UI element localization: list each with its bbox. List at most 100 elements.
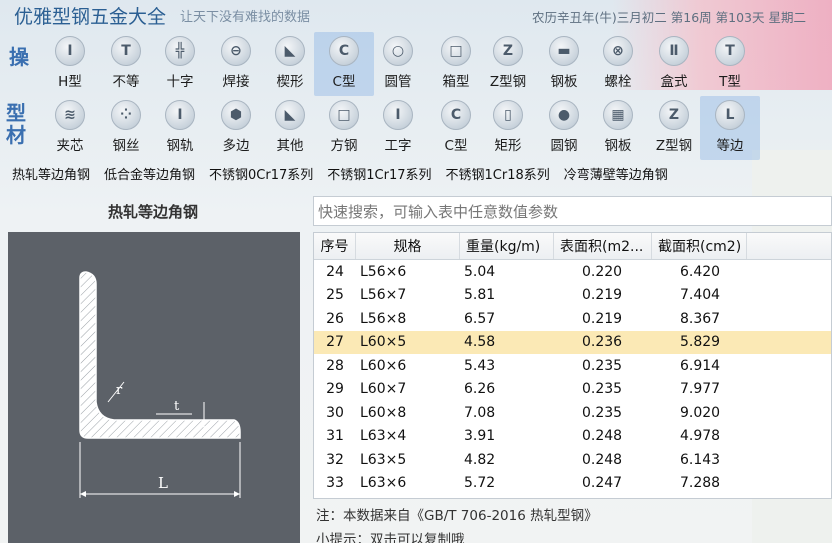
toolbar-item-box[interactable]: □ 箱型	[426, 32, 486, 96]
row-section-area: 8.412	[652, 495, 747, 498]
table-row[interactable]: 25 L56×7 5.81 0.219 7.404	[314, 284, 831, 308]
table-row[interactable]: 31 L63×4 3.91 0.248 4.978	[314, 425, 831, 449]
row-weight: 4.58	[464, 334, 496, 351]
toolbar-item-plate[interactable]: ▬ 钢板	[534, 32, 594, 96]
subtab-item[interactable]: 不锈钢1Cr17系列	[327, 164, 431, 183]
toolbar-item-label: 矩形	[494, 138, 522, 154]
row-index: 33	[326, 475, 344, 492]
row-surface-area: 0.235	[582, 404, 623, 421]
toolbar-item-steel-plate[interactable]: ▦ 钢板	[588, 96, 648, 160]
z-steel-icon: Z	[493, 36, 523, 66]
angle-profile-shape	[79, 271, 241, 439]
c-channel-icon: C	[441, 100, 471, 130]
toolbar-item-box-type[interactable]: Ⅱ 盒式	[644, 32, 704, 96]
toolbar-item-label: 焊接	[222, 74, 250, 90]
toolbar-item-label: H型	[58, 74, 82, 90]
source-note: 注：本数据来自《GB/T 706-2016 热轧型钢》	[316, 508, 598, 524]
row-spec: L63×6	[360, 475, 407, 492]
row-index: 34	[314, 495, 356, 498]
toolbar-item-equal-angle[interactable]: L 等边	[700, 96, 760, 160]
c-shape-icon: C	[329, 36, 359, 66]
row-weight: 5.72	[464, 475, 496, 492]
toolbar-item-z-steel[interactable]: Z Z型钢	[478, 32, 538, 96]
rectangle-icon: ▯	[493, 100, 523, 130]
row-spec: L56×7	[360, 287, 407, 304]
table-row[interactable]: 29 L60×7 6.26 0.235 7.977	[314, 378, 831, 402]
table-row[interactable]: 27 L60×5 4.58 0.236 5.829	[314, 330, 831, 354]
toolbar-item-round-bar[interactable]: ● 圆钢	[534, 96, 594, 160]
toolbar-item-i-beam[interactable]: I 工字	[368, 96, 428, 160]
toolbar-item-label: C型	[444, 138, 468, 154]
sandwich-icon: ≋	[55, 100, 85, 130]
section-title: 热轧等边角钢	[107, 202, 198, 221]
subtab-item[interactable]: 冷弯薄壁等边角钢	[564, 164, 668, 183]
toolbar-item-other[interactable]: ◣ 其他	[260, 96, 320, 160]
row-spec: L63×7	[356, 495, 460, 498]
toolbar-item-h-beam[interactable]: I H型	[40, 32, 100, 96]
table-row[interactable]: 34L63×76.600.2478.412	[314, 495, 831, 498]
row-surface-area: 0.219	[582, 310, 623, 327]
lunar-date: 农历辛丑年(牛)三月初二 第16周 第103天 星期二	[532, 10, 806, 25]
column-header[interactable]: 规格	[356, 233, 460, 259]
column-header[interactable]: 序号	[314, 233, 356, 259]
row-weight: 6.57	[464, 310, 496, 327]
subtab-item[interactable]: 低合金等边角钢	[104, 164, 195, 183]
table-row[interactable]: 26 L56×8 6.57 0.219 8.367	[314, 307, 831, 331]
row-weight: 7.08	[464, 404, 496, 421]
z-section-icon: Z	[659, 100, 689, 130]
toolbar-item-t-shape[interactable]: T T型	[700, 32, 760, 96]
row-index: 25	[326, 287, 344, 304]
toolbar-item-label: 楔形	[276, 74, 304, 90]
row-surface-area: 0.248	[582, 451, 623, 468]
plate-icon: ▬	[549, 36, 579, 66]
row-section-area: 6.420	[680, 263, 721, 280]
table-row[interactable]: 28 L60×6 5.43 0.235 6.914	[314, 354, 831, 378]
toolbar-item-rectangle[interactable]: ▯ 矩形	[478, 96, 538, 160]
row-section-area: 6.143	[680, 451, 721, 468]
round-bar-icon: ●	[549, 100, 579, 130]
app-slogan: 让天下没有难找的数据	[180, 9, 311, 25]
toolbar-item-wedge[interactable]: ◣ 楔形	[260, 32, 320, 96]
row-spec: L63×5	[360, 451, 407, 468]
subtab-item[interactable]: 热轧等边角钢	[12, 164, 90, 183]
unequal-icon: T	[111, 36, 141, 66]
toolbar-item-weld[interactable]: ⊖ 焊接	[206, 32, 266, 96]
row-weight: 5.04	[464, 263, 496, 280]
row-section-area: 8.367	[680, 310, 721, 327]
column-header[interactable]: 重量(kg/m)	[460, 233, 554, 259]
table-row[interactable]: 24 L56×6 5.04 0.220 6.420	[314, 260, 831, 284]
toolbar-item-wire[interactable]: ⁘ 钢丝	[96, 96, 156, 160]
toolbar-item-round-pipe[interactable]: ○ 圆管	[368, 32, 428, 96]
toolbar-item-polygon[interactable]: ⬢ 多边	[206, 96, 266, 160]
row-weight: 3.91	[464, 428, 496, 445]
table-header: 序号 规格 重量(kg/m) 表面积(m2... 截面积(cm2)	[314, 233, 831, 260]
toolbar-item-c-channel[interactable]: C C型	[426, 96, 486, 160]
toolbar-item-square-steel[interactable]: □ 方钢	[314, 96, 374, 160]
column-header[interactable]: 截面积(cm2)	[652, 233, 747, 259]
toolbar-item-c-shape[interactable]: C C型	[314, 32, 374, 96]
row-spec: L56×6	[360, 263, 407, 280]
toolbar-item-rail[interactable]: I 钢轨	[150, 96, 210, 160]
data-table[interactable]: 序号 规格 重量(kg/m) 表面积(m2... 截面积(cm2) 24 L56×…	[313, 232, 832, 499]
toolbar-item-unequal[interactable]: T 不等	[96, 32, 156, 96]
subtab-item[interactable]: 不锈钢0Cr17系列	[209, 164, 313, 183]
table-row[interactable]: 33 L63×6 5.72 0.247 7.288	[314, 472, 831, 496]
search-input[interactable]: 快速搜索，可输入表中任意数值参数	[313, 196, 832, 226]
weld-icon: ⊖	[221, 36, 251, 66]
table-row[interactable]: 32 L63×5 4.82 0.248 6.143	[314, 448, 831, 472]
row-weight: 4.82	[464, 451, 496, 468]
category-toolbar: I H型 T 不等 ╬ 十字 ⊖ 焊接 ◣ 楔形 C C型 ○ 圆管 □ 箱型 Z Z型钢 ▬ 钢板 ⊗ 螺栓 Ⅱ 盒式 T T型…	[40, 32, 832, 160]
toolbar-item-bolt[interactable]: ⊗ 螺栓	[588, 32, 648, 96]
toolbar-item-label: 钢板	[550, 74, 578, 90]
row-index: 27	[326, 334, 344, 351]
column-header[interactable]: 表面积(m2...	[554, 233, 652, 259]
toolbar-item-sandwich[interactable]: ≋ 夹芯	[40, 96, 100, 160]
toolbar-item-z-section[interactable]: Z Z型钢	[644, 96, 704, 160]
side-label-profile: 型材	[6, 101, 26, 147]
subtab-item[interactable]: 不锈钢1Cr18系列	[446, 164, 550, 183]
toolbar-item-cross[interactable]: ╬ 十字	[150, 32, 210, 96]
row-surface-area: 0.247	[582, 475, 623, 492]
row-surface-area: 0.236	[582, 334, 623, 351]
table-row[interactable]: 30 L60×8 7.08 0.235 9.020	[314, 401, 831, 425]
search-placeholder: 快速搜索，可输入表中任意数值参数	[318, 202, 559, 221]
